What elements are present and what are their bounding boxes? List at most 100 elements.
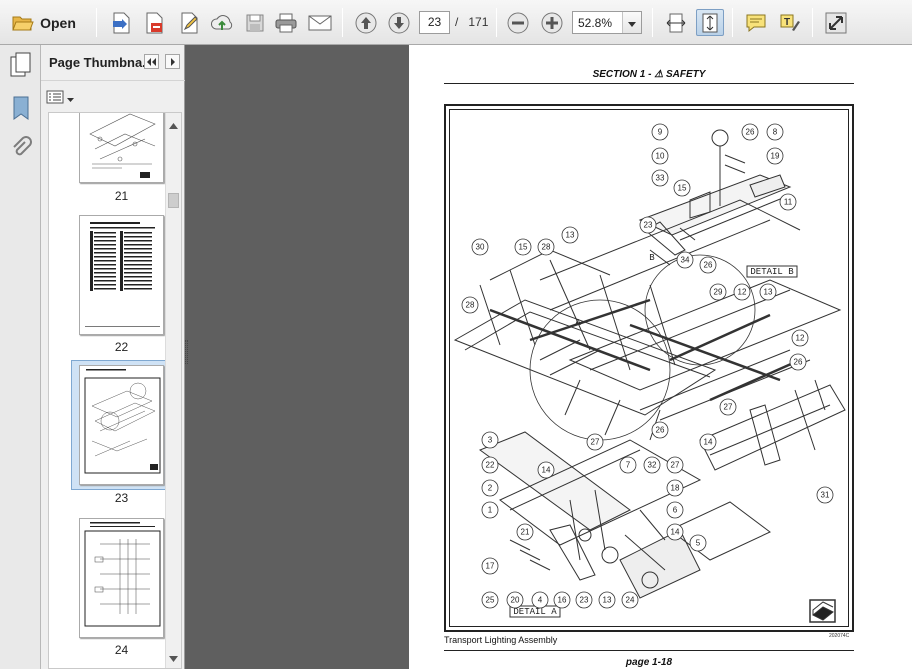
save-button[interactable] bbox=[242, 9, 268, 36]
callout-26: 26 bbox=[741, 123, 759, 141]
callout-14: 14 bbox=[699, 433, 717, 451]
svg-text:15: 15 bbox=[519, 243, 528, 252]
svg-text:10: 10 bbox=[656, 152, 665, 161]
callout-4: 4 bbox=[531, 591, 549, 609]
page-separator: / bbox=[455, 15, 459, 29]
thumbnail-list[interactable]: 21 22 23 24 bbox=[48, 112, 182, 669]
page-number-input[interactable]: 23 bbox=[419, 11, 450, 34]
options-icon bbox=[46, 90, 64, 107]
thumbnail-page-24[interactable] bbox=[79, 518, 164, 638]
svg-text:17: 17 bbox=[486, 562, 495, 571]
fit-width-button[interactable] bbox=[663, 9, 689, 36]
callout-13: 13 bbox=[561, 226, 579, 244]
svg-text:20: 20 bbox=[511, 596, 520, 605]
edit-button[interactable] bbox=[176, 9, 202, 36]
callout-17: 17 bbox=[481, 557, 499, 575]
svg-text:27: 27 bbox=[724, 403, 733, 412]
callout-3: 3 bbox=[481, 431, 499, 449]
zoom-select[interactable]: 52.8% bbox=[572, 11, 642, 34]
export-icon bbox=[144, 12, 164, 34]
fit-width-icon bbox=[666, 12, 686, 34]
section-header: SECTION 1 - ⚠ SAFETY bbox=[592, 69, 706, 80]
callout-19: 19 bbox=[766, 147, 784, 165]
highlight-text-button[interactable]: T bbox=[777, 9, 803, 36]
expand-panel-button[interactable] bbox=[165, 54, 180, 69]
chevron-down-icon bbox=[67, 91, 74, 105]
upload-button[interactable] bbox=[208, 9, 236, 36]
svg-text:26: 26 bbox=[704, 261, 713, 270]
create-pdf-button[interactable] bbox=[108, 9, 134, 36]
toolbar-separator bbox=[496, 8, 497, 37]
callout-28: 28 bbox=[537, 238, 555, 256]
detail-b-marker: B bbox=[649, 253, 655, 263]
figure-code: 202074C bbox=[829, 633, 850, 639]
email-button[interactable] bbox=[306, 9, 334, 36]
detail-a-label: DETAIL A bbox=[513, 607, 557, 617]
svg-text:1: 1 bbox=[488, 506, 493, 515]
thumbnail-scrollbar[interactable] bbox=[165, 113, 181, 668]
scroll-up-icon[interactable] bbox=[169, 118, 178, 132]
fit-page-button[interactable] bbox=[696, 9, 724, 36]
thumbnail-page-21[interactable] bbox=[79, 113, 164, 183]
create-pdf-icon bbox=[111, 12, 131, 34]
comment-icon bbox=[745, 13, 767, 33]
callout-29: 29 bbox=[709, 283, 727, 301]
callout-22: 22 bbox=[481, 456, 499, 474]
detail-a-marker: A bbox=[575, 318, 581, 328]
svg-text:5: 5 bbox=[696, 539, 701, 548]
collapse-panel-button[interactable] bbox=[144, 54, 159, 69]
previous-page-button[interactable] bbox=[353, 9, 379, 36]
svg-text:13: 13 bbox=[566, 231, 575, 240]
navigation-rail bbox=[0, 45, 41, 669]
zoom-out-button[interactable] bbox=[505, 9, 531, 36]
callout-27: 27 bbox=[666, 456, 684, 474]
callout-34: 34 bbox=[676, 251, 694, 269]
panel-title: Page Thumbna... bbox=[49, 55, 154, 70]
callout-13: 13 bbox=[759, 283, 777, 301]
scrollbar-thumb[interactable] bbox=[168, 193, 179, 208]
edit-icon bbox=[179, 12, 199, 34]
svg-text:8: 8 bbox=[773, 128, 778, 137]
document-view[interactable]: SECTION 1 - ⚠ SAFETY DETAIL B DETAIL A A… bbox=[188, 45, 912, 669]
svg-text:14: 14 bbox=[671, 528, 680, 537]
thumbnail-label-24: 24 bbox=[114, 643, 129, 657]
svg-text:11: 11 bbox=[784, 198, 793, 207]
thumbnail-page-23[interactable] bbox=[79, 365, 164, 485]
zoom-value: 52.8% bbox=[578, 16, 613, 30]
next-page-button[interactable] bbox=[386, 9, 412, 36]
svg-text:27: 27 bbox=[591, 438, 600, 447]
double-chevron-left-icon bbox=[147, 55, 156, 69]
callout-group: 9 26 810 19331511231330 15 28342629 12 13122826… bbox=[461, 123, 834, 609]
callout-26: 26 bbox=[699, 256, 717, 274]
zoom-in-button[interactable] bbox=[539, 9, 565, 36]
bookmarks-tab[interactable] bbox=[0, 96, 41, 123]
svg-text:14: 14 bbox=[704, 438, 713, 447]
callout-6: 6 bbox=[666, 501, 684, 519]
print-button[interactable] bbox=[272, 9, 300, 36]
attachments-tab[interactable] bbox=[0, 136, 41, 163]
open-button[interactable]: Open bbox=[6, 9, 82, 36]
callout-23: 23 bbox=[575, 591, 593, 609]
page-thumbnails-tab[interactable] bbox=[0, 52, 41, 81]
comment-button[interactable] bbox=[743, 9, 769, 36]
callout-16: 16 bbox=[553, 591, 571, 609]
fullscreen-button[interactable] bbox=[823, 9, 849, 36]
header-rule bbox=[444, 83, 854, 84]
svg-text:25: 25 bbox=[486, 596, 495, 605]
svg-text:23: 23 bbox=[580, 596, 589, 605]
open-folder-icon bbox=[12, 14, 34, 32]
svg-text:15: 15 bbox=[678, 184, 687, 193]
svg-text:24: 24 bbox=[626, 596, 635, 605]
thumbnail-page-22[interactable] bbox=[79, 215, 164, 335]
thumbnail-options-button[interactable] bbox=[46, 89, 74, 107]
svg-text:32: 32 bbox=[648, 461, 657, 470]
zoom-dropdown-button[interactable] bbox=[622, 12, 641, 33]
callout-31: 31 bbox=[816, 486, 834, 504]
callout-12: 12 bbox=[791, 329, 809, 347]
callout-11: 11 bbox=[779, 193, 797, 211]
scroll-down-icon[interactable] bbox=[169, 651, 178, 665]
svg-text:33: 33 bbox=[656, 174, 665, 183]
export-button[interactable] bbox=[141, 9, 167, 36]
callout-12: 12 bbox=[733, 283, 751, 301]
footer-rule bbox=[444, 650, 854, 651]
